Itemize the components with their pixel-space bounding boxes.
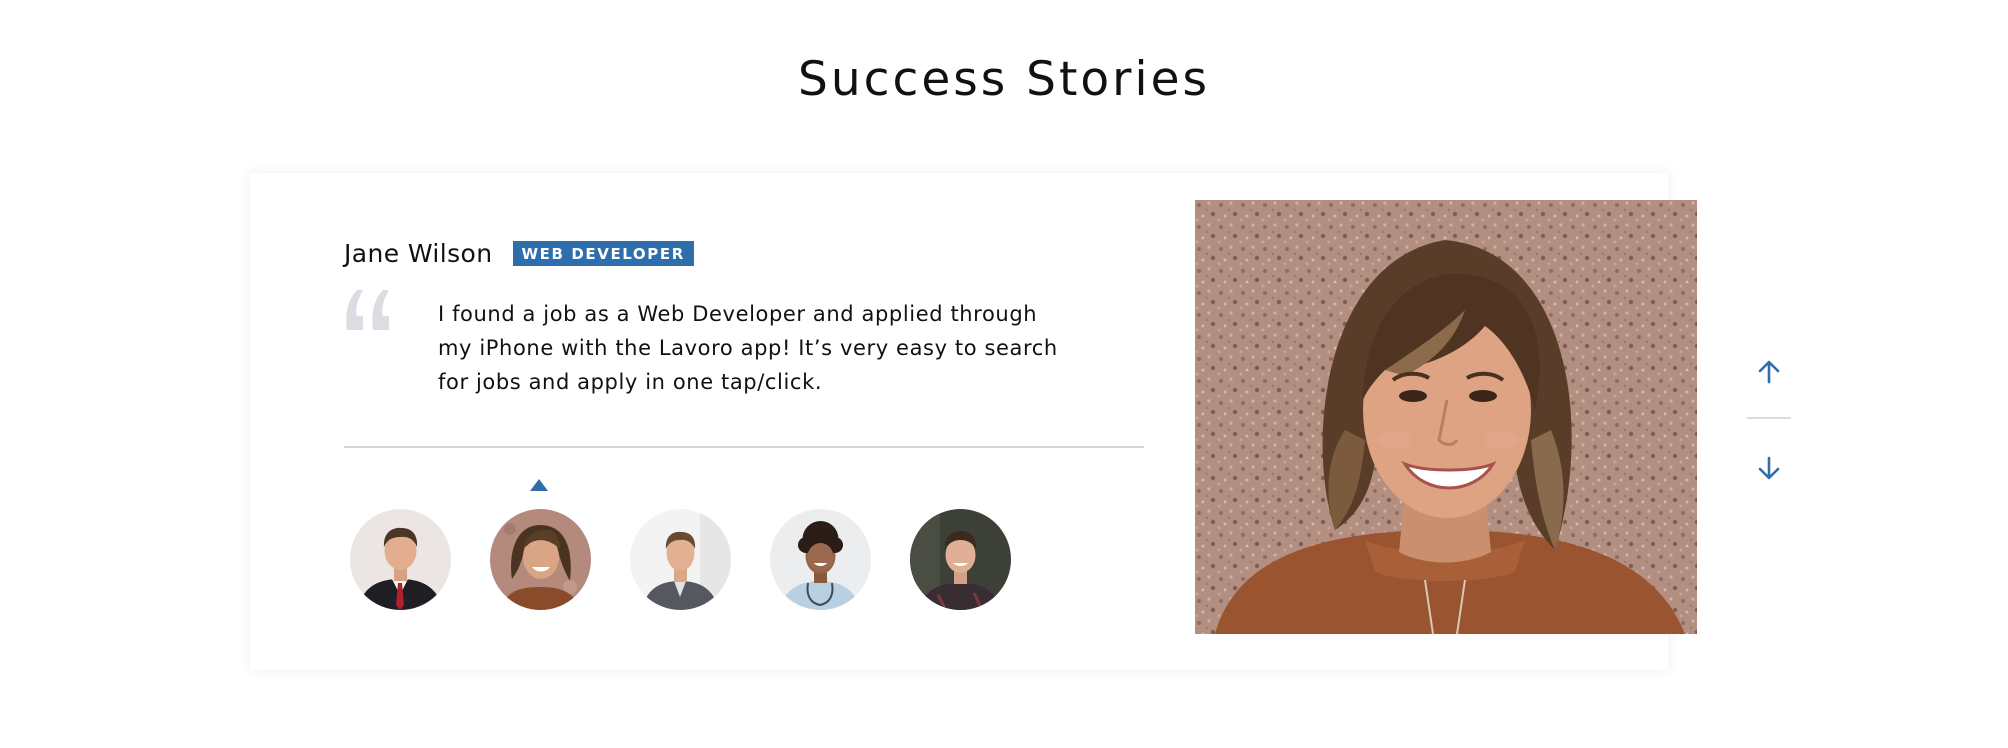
avatar-woman-doctor[interactable] (770, 509, 871, 610)
avatar-man-red-tie[interactable] (350, 509, 451, 610)
testimonial-quote: I found a job as a Web Developer and app… (438, 302, 1058, 394)
slider-nav (1747, 350, 1791, 480)
nav-divider (1747, 417, 1791, 419)
avatar-list (350, 509, 1050, 610)
role-badge: WEB DEVELOPER (512, 240, 694, 266)
quote-mark-icon (341, 286, 397, 336)
arrow-down-icon (1758, 456, 1780, 480)
success-stories-section: Success Stories Jane Wilson WEB DEVELOPE… (0, 0, 2008, 748)
section-title: Success Stories (798, 52, 1210, 107)
person-name: Jane Wilson (344, 238, 493, 268)
arrow-up-icon (1758, 360, 1780, 384)
previous-button[interactable] (1747, 350, 1791, 394)
divider (344, 446, 1144, 448)
person-header: Jane Wilson WEB DEVELOPER (344, 236, 694, 270)
avatar-jane-wilson[interactable] (490, 509, 591, 610)
featured-portrait (1195, 200, 1697, 634)
avatar-man-grey-suit[interactable] (630, 509, 731, 610)
selected-indicator-icon (530, 479, 548, 491)
avatar-young-man[interactable] (910, 509, 1011, 610)
next-button[interactable] (1747, 446, 1791, 490)
